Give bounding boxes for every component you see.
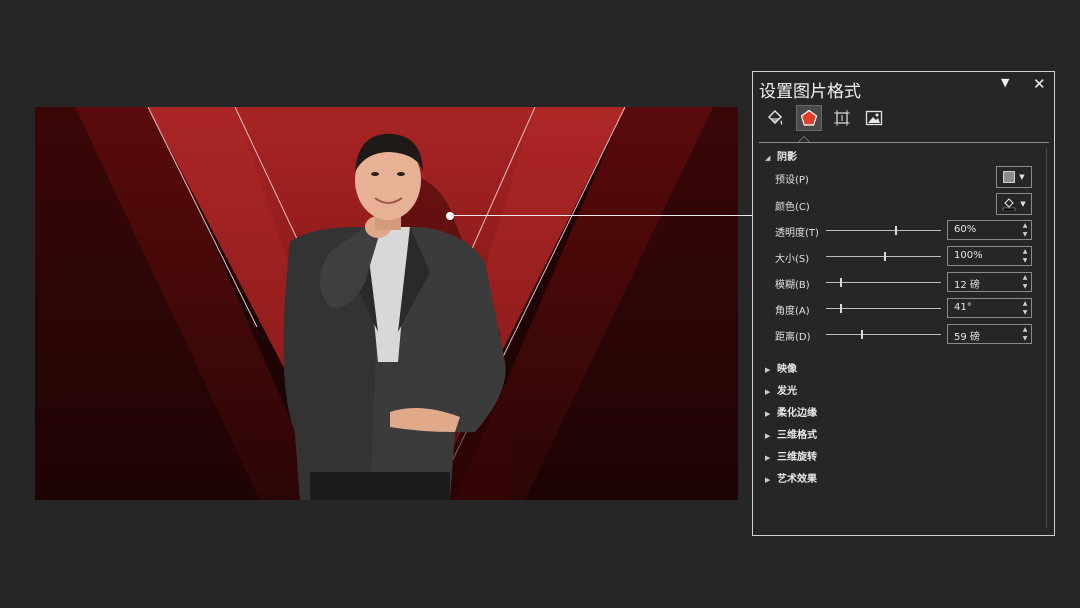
shadow-preset-swatch-icon <box>1003 171 1016 183</box>
expand-triangle-icon: ▶ <box>765 454 771 462</box>
section-soft-edges-toggle[interactable]: ▶ 柔化边缘 <box>765 404 817 419</box>
section-3d-rotation-label: 三维旋转 <box>777 452 817 463</box>
expand-triangle-icon: ▶ <box>765 410 771 418</box>
paint-bucket-icon <box>768 110 783 125</box>
image-icon <box>865 110 883 126</box>
section-shadow-toggle[interactable]: ◢ 阴影 <box>765 148 797 163</box>
expand-triangle-icon: ▶ <box>765 366 771 374</box>
transparency-spinbox[interactable]: 60% ▲ ▼ <box>947 220 1032 240</box>
expand-triangle-icon: ▶ <box>765 388 771 396</box>
tab-fill-line[interactable] <box>762 105 788 131</box>
spin-arrows-icon[interactable]: ▲ ▼ <box>1020 247 1030 265</box>
distance-value[interactable]: 59 磅 <box>954 328 980 343</box>
section-3d-rotation-toggle[interactable]: ▶ 三维旋转 <box>765 448 817 463</box>
collapse-triangle-icon: ◢ <box>765 154 771 162</box>
panel-options-dropdown-icon[interactable]: ▼ <box>1001 76 1009 89</box>
tab-effects[interactable] <box>796 105 822 131</box>
chevron-down-icon: ▼ <box>1019 173 1025 181</box>
angle-label: 角度(A) <box>775 306 810 317</box>
spin-arrows-icon[interactable]: ▲ ▼ <box>1020 221 1030 239</box>
chevron-down-icon: ▼ <box>1020 200 1026 208</box>
format-picture-panel: 设置图片格式 ▼ ✕ ◢ 阴影 预设(P) ▼ 颜色(C) ▼ 透明度(T) 6… <box>752 71 1055 536</box>
expand-triangle-icon: ▶ <box>765 432 771 440</box>
blur-label: 模糊(B) <box>775 280 810 291</box>
section-3d-format-label: 三维格式 <box>777 430 817 441</box>
section-glow-label: 发光 <box>777 386 797 397</box>
size-slider[interactable] <box>826 252 941 261</box>
section-artistic-effects-toggle[interactable]: ▶ 艺术效果 <box>765 470 817 485</box>
section-reflection-toggle[interactable]: ▶ 映像 <box>765 360 797 375</box>
size-spinbox[interactable]: 100% ▲ ▼ <box>947 246 1032 266</box>
panel-scrollbar-track[interactable] <box>1046 148 1047 528</box>
transparency-value[interactable]: 60% <box>954 224 976 235</box>
angle-value[interactable]: 41° <box>954 302 972 313</box>
size-label: 大小(S) <box>775 254 810 265</box>
tab-divider <box>759 142 1049 143</box>
tab-picture[interactable] <box>861 105 887 131</box>
callout-anchor-dot <box>446 212 454 220</box>
close-icon[interactable]: ✕ <box>1033 75 1046 93</box>
distance-slider[interactable] <box>826 330 941 339</box>
blur-spinbox[interactable]: 12 磅 ▲ ▼ <box>947 272 1032 292</box>
pentagon-icon <box>800 109 818 126</box>
panel-title: 设置图片格式 <box>759 82 861 102</box>
section-reflection-label: 映像 <box>777 364 797 375</box>
transparency-label: 透明度(T) <box>775 228 819 239</box>
distance-label: 距离(D) <box>775 332 811 343</box>
tab-size-properties[interactable] <box>829 105 855 131</box>
spin-arrows-icon[interactable]: ▲ ▼ <box>1020 299 1030 317</box>
angle-slider[interactable] <box>826 304 941 313</box>
person-photo <box>283 133 510 500</box>
size-slider-thumb[interactable] <box>883 252 886 261</box>
section-soft-edges-label: 柔化边缘 <box>777 408 817 419</box>
section-artistic-effects-label: 艺术效果 <box>777 474 817 485</box>
fill-color-icon <box>1003 198 1016 211</box>
shadow-color-dropdown[interactable]: ▼ <box>996 193 1032 215</box>
slide-canvas[interactable] <box>35 107 738 500</box>
preset-label: 预设(P) <box>775 175 809 186</box>
spin-arrows-icon[interactable]: ▲ ▼ <box>1020 325 1030 343</box>
blur-value[interactable]: 12 磅 <box>954 276 980 291</box>
active-tab-pointer <box>798 136 810 142</box>
size-value[interactable]: 100% <box>954 250 983 261</box>
distance-spinbox[interactable]: 59 磅 ▲ ▼ <box>947 324 1032 344</box>
spin-arrows-icon[interactable]: ▲ ▼ <box>1020 273 1030 291</box>
size-grid-icon <box>834 110 850 126</box>
blur-slider[interactable] <box>826 278 941 287</box>
distance-slider-thumb[interactable] <box>860 330 863 339</box>
angle-slider-thumb[interactable] <box>839 304 842 313</box>
section-glow-toggle[interactable]: ▶ 发光 <box>765 382 797 397</box>
blur-slider-thumb[interactable] <box>839 278 842 287</box>
angle-spinbox[interactable]: 41° ▲ ▼ <box>947 298 1032 318</box>
section-3d-format-toggle[interactable]: ▶ 三维格式 <box>765 426 817 441</box>
callout-connector-line <box>450 215 753 216</box>
color-label: 颜色(C) <box>775 202 810 213</box>
section-shadow-label: 阴影 <box>777 152 797 163</box>
transparency-slider-thumb[interactable] <box>895 226 897 235</box>
expand-triangle-icon: ▶ <box>765 476 771 484</box>
transparency-slider[interactable] <box>826 226 941 235</box>
shadow-preset-dropdown[interactable]: ▼ <box>996 166 1032 188</box>
